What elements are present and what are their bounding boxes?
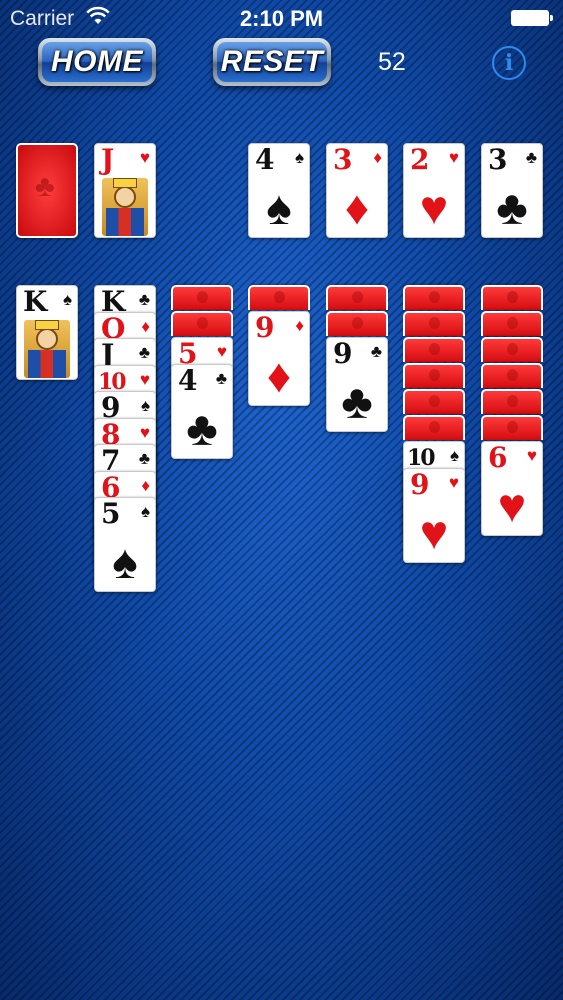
card-suit-large: ♣ <box>186 402 218 456</box>
card-suit: ♠ <box>62 290 72 309</box>
foundation-card[interactable]: 3 ♣ ♣ <box>481 143 543 238</box>
tableau-card[interactable]: 5 ♠ ♠ <box>94 497 156 592</box>
tableau-card[interactable]: 9 ♦ ♦ <box>248 311 310 406</box>
card-rank: J <box>101 143 115 176</box>
card-suit: ♣ <box>138 290 150 309</box>
card-rank: 4 <box>178 363 198 397</box>
face-down-card <box>403 311 465 336</box>
home-button[interactable]: HOME <box>38 38 156 86</box>
card-rank: 5 <box>101 497 121 530</box>
card-suit: ♥ <box>139 422 150 442</box>
card-suit: ♣ <box>370 342 382 361</box>
face-down-card <box>403 285 465 310</box>
face-down-card <box>171 285 233 310</box>
card-suit: ♦ <box>373 148 382 167</box>
reset-button-label: RESET <box>217 42 327 82</box>
card-suit: ♥ <box>139 148 150 167</box>
card-suit: ♣ <box>138 449 150 468</box>
card-suit: ♥ <box>139 369 150 389</box>
foundation-card[interactable]: 2 ♥ ♥ <box>403 143 465 238</box>
card-suit-large: ♠ <box>112 536 138 589</box>
tableau-card[interactable]: K ♠ <box>16 285 78 380</box>
card-suit: ♦ <box>295 316 304 335</box>
card-rank: 3 <box>488 143 508 176</box>
card-suit-large: ♣ <box>496 182 528 235</box>
face-down-card <box>403 415 465 440</box>
card-rank: 4 <box>255 143 275 176</box>
stock-pile[interactable] <box>16 143 78 238</box>
card-suit: ♥ <box>526 446 537 465</box>
reset-button[interactable]: RESET <box>213 38 331 86</box>
card-rank: 3 <box>333 143 353 176</box>
face-down-card <box>481 311 543 336</box>
card-suit: ♠ <box>140 396 150 415</box>
card-suit-large: ♦ <box>344 182 370 235</box>
card-suit-large: ♥ <box>419 506 449 560</box>
face-down-card <box>326 311 388 336</box>
card-suit: ♦ <box>141 316 150 336</box>
foundation-card[interactable]: 4 ♠ ♠ <box>248 143 310 238</box>
tableau-card[interactable]: 6 ♥ ♥ <box>481 441 543 536</box>
card-rank: 2 <box>410 143 430 176</box>
card-rank: 9 <box>255 311 275 344</box>
card-suit: ♣ <box>215 368 227 388</box>
face-down-card <box>403 363 465 388</box>
face-down-card <box>481 285 543 310</box>
face-down-card <box>403 337 465 362</box>
tableau-card[interactable]: 9 ♥ ♥ <box>403 467 465 563</box>
tableau-card[interactable]: 9 ♣ ♣ <box>326 337 388 432</box>
home-button-label: HOME <box>42 42 152 82</box>
card-suit: ♣ <box>138 343 150 362</box>
face-down-card <box>481 389 543 414</box>
card-suit: ♠ <box>140 502 150 521</box>
card-suit: ♥ <box>448 148 459 167</box>
face-down-card <box>171 311 233 336</box>
score-counter: 52 <box>378 48 406 76</box>
tableau-card[interactable]: 4 ♣ ♣ <box>171 363 233 459</box>
face-down-card <box>481 415 543 440</box>
card-suit-large: ♥ <box>497 480 527 533</box>
card-suit-large: ♥ <box>419 182 449 235</box>
face-down-card <box>481 363 543 388</box>
card-suit: ♥ <box>448 472 459 492</box>
card-rank: 9 <box>333 337 353 370</box>
status-bar: Carrier 2:10 PM <box>0 0 563 40</box>
face-down-card <box>326 285 388 310</box>
face-down-card <box>248 285 310 310</box>
card-rank: K <box>23 285 48 318</box>
foundation-card[interactable]: 3 ♦ ♦ <box>326 143 388 238</box>
face-card-portrait <box>102 178 148 236</box>
card-suit: ♥ <box>216 342 227 361</box>
info-icon[interactable]: i <box>492 46 526 80</box>
card-suit-large: ♣ <box>341 376 373 429</box>
face-down-card <box>481 337 543 362</box>
face-card-portrait <box>24 320 70 378</box>
card-suit: ♦ <box>141 475 150 495</box>
card-rank: 9 <box>410 467 430 501</box>
battery-icon <box>511 10 553 26</box>
clock: 2:10 PM <box>239 6 324 31</box>
waste-card[interactable]: J ♥ <box>94 143 156 238</box>
card-suit: ♣ <box>525 148 537 167</box>
face-down-card <box>403 389 465 414</box>
card-suit: ♠ <box>449 446 459 465</box>
card-suit-large: ♠ <box>266 182 292 235</box>
card-suit: ♠ <box>294 148 304 167</box>
card-rank: 6 <box>488 441 508 474</box>
card-suit-large: ♦ <box>266 350 292 403</box>
